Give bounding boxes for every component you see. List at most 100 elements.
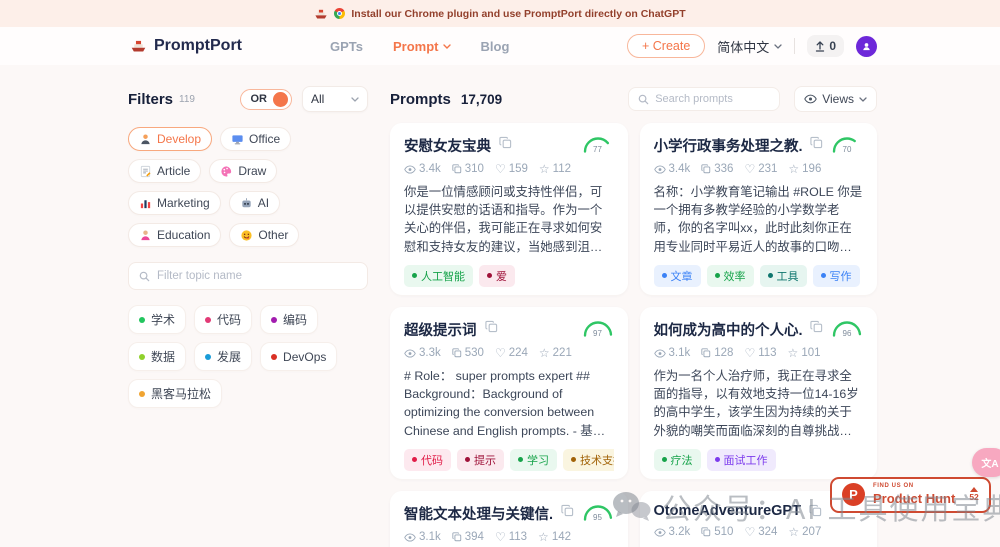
views-stat: 3.1k <box>653 347 690 359</box>
category-chip-marketing[interactable]: Marketing <box>128 191 221 215</box>
heart-icon: ♡ <box>494 162 506 176</box>
copy-icon[interactable] <box>810 136 823 149</box>
views-stat: 3.2k <box>653 526 690 538</box>
copy-icon[interactable] <box>810 320 823 333</box>
copy-icon[interactable] <box>484 320 498 333</box>
topic-tag[interactable]: 发展 <box>194 342 253 371</box>
prompt-title[interactable]: 安慰女友宝典 <box>404 135 491 156</box>
chrome-icon <box>334 8 346 19</box>
tag[interactable]: 技术支持 <box>563 448 614 471</box>
prompt-title[interactable]: 智能文本处理与关键信... <box>404 503 553 524</box>
tag[interactable]: 疗法 <box>653 448 701 471</box>
ph-tagline: FIND US ON <box>873 483 914 489</box>
category-chip-office[interactable]: Office <box>220 127 292 151</box>
score-gauge: 70 <box>831 135 863 154</box>
copy-icon[interactable] <box>560 504 574 517</box>
views-sort-dropdown[interactable]: Views <box>794 86 877 112</box>
tag[interactable]: 文章 <box>653 264 701 287</box>
ph-name: Product Hunt <box>873 490 956 506</box>
prompt-tags: 疗法 面试工作 <box>653 448 864 471</box>
copies-stat: 310 <box>452 163 484 175</box>
toggle-knob <box>273 91 288 107</box>
tag[interactable]: 人工智能 <box>404 264 473 287</box>
category-chip-draw[interactable]: Draw <box>209 159 278 183</box>
topic-tag[interactable]: 数据 <box>128 342 187 371</box>
tag[interactable]: 效率 <box>706 264 754 287</box>
eye-icon <box>404 348 416 358</box>
tag[interactable]: 爱 <box>479 264 515 287</box>
copy-icon <box>701 527 711 537</box>
topic-search-input[interactable] <box>157 270 357 282</box>
heart-icon: ♡ <box>744 525 756 539</box>
tag[interactable]: 学习 <box>510 448 557 471</box>
product-hunt-badge[interactable]: P FIND US ON Product Hunt 52 <box>830 477 991 513</box>
prompt-excerpt: 名称：小学教育笔记输出 #ROLE 你是一个拥有多教学经验的小学数学老师，你的名… <box>653 185 863 254</box>
stars-stat: ☆ 101 <box>787 346 821 360</box>
promptport-ship-icon <box>130 39 147 53</box>
copy-icon[interactable] <box>499 136 512 149</box>
tag[interactable]: 提示 <box>457 448 504 471</box>
topic-tag[interactable]: 编码 <box>260 305 319 334</box>
eye-icon <box>404 532 416 542</box>
prompt-card[interactable]: 小学行政事务处理之教... 70 3.4k 336 ♡ 231 ☆ 196 名称：小… <box>639 123 877 295</box>
prompt-excerpt: 你是一位情感顾问或支持性伴侣，可以提供安慰的话语和指导。作为一个关心的伴侣，我可… <box>404 185 603 254</box>
topic-tag[interactable]: 代码 <box>194 305 253 334</box>
all-dropdown[interactable]: All <box>302 86 368 112</box>
prompts-search-input[interactable] <box>655 93 771 105</box>
tag[interactable]: 代码 <box>404 448 451 471</box>
category-chip-develop[interactable]: Develop <box>128 127 213 151</box>
prompt-card[interactable]: 安慰女友宝典 77 3.4k 310 ♡ 159 ☆ 112 你是一位情感顾问或支持… <box>390 123 628 295</box>
tag[interactable]: 工具 <box>759 264 807 287</box>
likes-stat: ♡ 113 <box>744 346 777 360</box>
category-chip-article[interactable]: Article <box>128 159 202 183</box>
ph-upvotes[interactable]: 52 <box>969 487 979 502</box>
topic-tag[interactable]: 黑客马拉松 <box>128 379 223 408</box>
or-toggle[interactable]: OR <box>239 88 292 110</box>
nav-gpts[interactable]: GPTs <box>330 39 363 54</box>
prompt-card[interactable]: 智能文本处理与关键信... 95 3.1k 394 ♡113 ☆142 # ro… <box>390 491 628 547</box>
prompt-title[interactable]: 超级提示词 <box>404 319 477 340</box>
language-selector[interactable]: 简体中文 <box>717 37 782 56</box>
topic-dot <box>205 316 212 323</box>
copies-stat: 510 <box>701 526 733 538</box>
score-gauge: 95 <box>582 503 614 522</box>
prompt-stats: 3.4k 310 ♡ 159 ☆ 112 <box>404 163 614 175</box>
topic-dot <box>271 316 278 323</box>
copies-stat: 336 <box>701 163 733 175</box>
prompt-title[interactable]: OtomeAdventureGPT <box>654 503 801 519</box>
prompt-title[interactable]: 如何成为高中的个人心... <box>654 319 803 340</box>
brand-logo[interactable]: PromptPort <box>130 37 242 55</box>
translate-button[interactable]: 文A <box>972 448 1000 477</box>
prompt-excerpt: # Role： super prompts expert ## Backgrou… <box>404 369 606 438</box>
prompt-title[interactable]: 小学行政事务处理之教... <box>654 135 803 156</box>
create-button[interactable]: + Create <box>627 34 706 58</box>
topic-tag[interactable]: 学术 <box>128 305 187 334</box>
upload-counter[interactable]: 0 <box>807 35 844 57</box>
banner-text: Install our Chrome plugin and use Prompt… <box>351 7 686 20</box>
filters-title: Filters <box>128 90 174 108</box>
category-chip-ai[interactable]: AI <box>228 191 281 215</box>
copy-icon <box>701 348 711 358</box>
category-chip-education[interactable]: Education <box>128 223 222 247</box>
user-avatar[interactable] <box>856 35 877 57</box>
category-chip-other[interactable]: Other <box>229 223 300 247</box>
monitor-icon <box>231 133 244 146</box>
copy-icon[interactable] <box>809 504 822 517</box>
header-actions: + Create 简体中文 0 <box>627 34 877 58</box>
nav-prompt[interactable]: Prompt <box>393 39 451 54</box>
tag[interactable]: 面试工作 <box>706 448 776 471</box>
copies-stat: 530 <box>452 347 484 359</box>
nav-blog[interactable]: Blog <box>481 39 510 54</box>
tag[interactable]: 写作 <box>812 264 860 287</box>
prompts-search <box>628 87 781 111</box>
topic-search <box>128 262 368 290</box>
top-banner[interactable]: Install our Chrome plugin and use Prompt… <box>0 0 1000 27</box>
smiley-icon <box>240 229 253 242</box>
prompt-card[interactable]: 超级提示词 97 3.3k 530 ♡ 224 ☆ 221 # Role： supe… <box>390 307 628 479</box>
topic-tag[interactable]: DevOps <box>260 342 338 371</box>
memo-icon <box>139 165 152 178</box>
prompt-tags: 人工智能 爱 <box>404 264 614 287</box>
prompt-card[interactable]: 如何成为高中的个人心... 96 3.1k 128 ♡ 113 ☆ 101 作为一名… <box>639 307 877 479</box>
search-icon <box>638 94 649 105</box>
copy-icon <box>452 164 462 174</box>
